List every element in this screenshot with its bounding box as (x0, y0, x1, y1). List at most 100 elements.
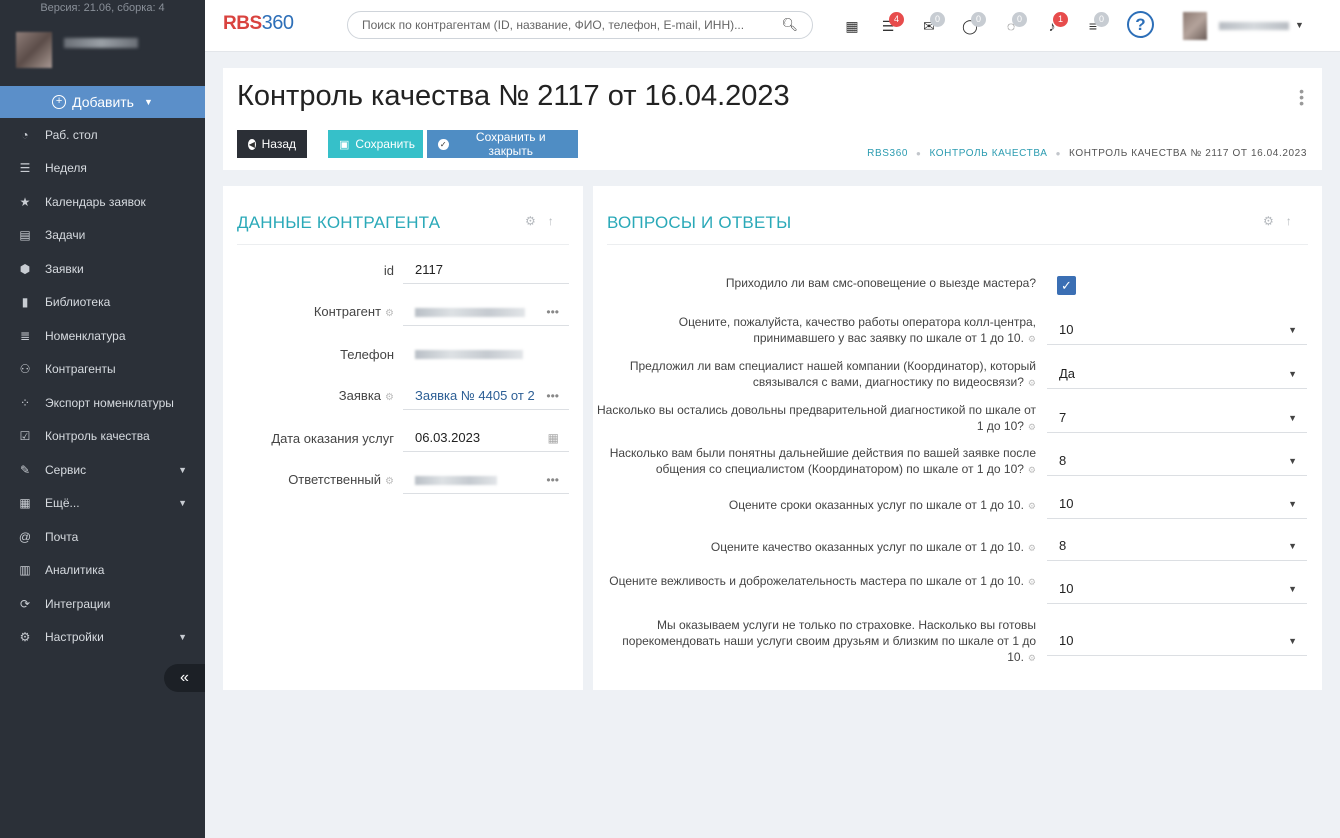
sidebar-item-label: Задачи (45, 228, 86, 243)
page-header: Контроль качества № 2117 от 16.04.2023 •… (223, 68, 1322, 170)
service-date-field[interactable]: 06.03.2023 ▦ (403, 424, 569, 452)
recommend-select[interactable]: 10 ▼ (1047, 626, 1307, 656)
check-circle-icon: ✓ (438, 138, 449, 150)
phone-field[interactable] (403, 340, 569, 368)
sidebar-item[interactable]: ◔ Раб. стол (0, 118, 205, 152)
order-link[interactable]: Заявка № 4405 от 2 (415, 388, 535, 403)
gear-icon: ⚙ (1027, 465, 1036, 475)
contractor-field[interactable]: ••• (403, 298, 569, 326)
search-input[interactable] (348, 12, 768, 38)
sidebar-user[interactable] (0, 16, 205, 86)
sidebar-item[interactable]: ▥ Аналитика (0, 554, 205, 588)
sidebar-item[interactable]: ▦ Ещё... ▼ (0, 487, 205, 521)
video-select[interactable]: Да ▼ (1047, 359, 1307, 389)
caret-down-icon: ▼ (1288, 369, 1297, 379)
sidebar-item[interactable]: ☑ Контроль качества (0, 420, 205, 454)
sidebar-item[interactable]: ✎ Сервис ▼ (0, 453, 205, 487)
sidebar-item[interactable]: ⚙ Настройки ▼ (0, 621, 205, 655)
more-icon[interactable]: ••• (546, 382, 559, 410)
calendar-icon[interactable]: ▦ (843, 18, 861, 35)
users-icon: ⚇ (19, 362, 31, 377)
save-button[interactable]: ▣ Сохранить (328, 130, 423, 158)
version-label: Версия: 21.06, сборка: 4 (40, 2, 165, 14)
breadcrumb-section[interactable]: Контроль качества (929, 148, 1047, 159)
question-call-center: Оцените, пожалуйста, качество работы опе… (678, 315, 1036, 345)
wrench-icon: ✎ (19, 462, 31, 477)
back-button[interactable]: ◀ Назад (237, 130, 307, 158)
collapse-sidebar-button[interactable]: « (164, 664, 205, 692)
sidebar-item[interactable]: ⬢ Заявки (0, 252, 205, 286)
hexagon-icon: ⬢ (19, 261, 31, 276)
question-next-steps: Насколько вам были понятны дальнейшие де… (609, 446, 1036, 476)
help-icon[interactable]: ? (1127, 11, 1154, 38)
id-label: id (383, 263, 394, 278)
gear-icon: ⚙ (1027, 378, 1036, 388)
sidebar-item[interactable]: ⁘ Экспорт номенклатуры (0, 386, 205, 420)
phone-label: Телефон (340, 347, 394, 362)
search-icon[interactable]: 🔍︎ (781, 17, 798, 33)
id-field[interactable]: 2117 (403, 256, 569, 284)
sidebar-item-label: Почта (45, 529, 79, 544)
question-terms: Оцените сроки оказанных услуг по шкале о… (728, 498, 1036, 512)
quality-select[interactable]: 8 ▼ (1047, 531, 1307, 561)
sidebar-item[interactable]: ☰ Неделя (0, 152, 205, 186)
user-menu[interactable]: ▼ (1183, 12, 1304, 40)
sidebar-item[interactable]: ⟳ Интеграции (0, 587, 205, 621)
gear-icon: ⚙ (385, 392, 394, 403)
more-icon[interactable]: ••• (546, 466, 559, 494)
breadcrumb-home[interactable]: RBS360 (867, 148, 908, 159)
qa-card: Вопросы и ответы ⚙ ↑ Приходило ли вам см… (593, 186, 1322, 690)
contractor-card: Данные контрагента ⚙ ↑ id 2117 Контраген… (223, 186, 583, 690)
sidebar-item[interactable]: ★ Календарь заявок (0, 185, 205, 219)
logo[interactable]: RBS360 (223, 12, 294, 35)
user-name-blurred (64, 38, 138, 48)
sidebar-item-label: Экспорт номенклатуры (45, 395, 174, 410)
politeness-select[interactable]: 10 ▼ (1047, 574, 1307, 604)
gear-icon: ⚙ (1027, 334, 1036, 344)
sidebar-item[interactable]: ▤ Задачи (0, 219, 205, 253)
gear-icon[interactable]: ⚙ (1263, 214, 1274, 228)
arrow-left-icon: ◀ (248, 138, 256, 150)
card-title: Данные контрагента (237, 213, 441, 232)
sms-checkbox[interactable]: ✓ (1057, 276, 1076, 295)
gear-icon: ⚙ (1027, 422, 1036, 432)
caret-down-icon: ▼ (178, 464, 187, 475)
gear-icon[interactable]: ⚙ (525, 214, 536, 228)
user-name-blurred (1219, 22, 1289, 30)
sidebar-item[interactable]: ≣ Номенклатура (0, 319, 205, 353)
sidebar-menu: ◔ Раб. стол ☰ Неделя ★ Календарь заявок ▤ Задач… (0, 118, 205, 654)
terms-select[interactable]: 10 ▼ (1047, 489, 1307, 519)
diagnostics-select[interactable]: 7 ▼ (1047, 403, 1307, 433)
service-date-label: Дата оказания услуг (271, 431, 394, 446)
page-title: Контроль качества № 2117 от 16.04.2023 (237, 80, 790, 112)
sidebar-item[interactable]: @ Почта (0, 520, 205, 554)
responsible-field[interactable]: ••• (403, 466, 569, 494)
arrow-up-icon[interactable]: ↑ (548, 214, 554, 228)
call-center-select[interactable]: 10 ▼ (1047, 315, 1307, 345)
book-icon: ▮ (21, 295, 29, 310)
add-button[interactable]: + Добавить ▼ (0, 86, 205, 118)
gear-icon: ⚙ (385, 476, 394, 487)
caret-down-icon: ▼ (1288, 413, 1297, 423)
sidebar-item[interactable]: ▮ Библиотека (0, 286, 205, 320)
sidebar-item-label: Неделя (45, 161, 87, 176)
tasks-badge: 4 (889, 12, 904, 27)
next-steps-select[interactable]: 8 ▼ (1047, 446, 1307, 476)
sidebar-item-label: Номенклатура (45, 328, 126, 343)
sidebar-item[interactable]: ⚇ Контрагенты (0, 353, 205, 387)
more-icon[interactable]: ••• (546, 298, 559, 326)
sidebar-item-label: Библиотека (45, 295, 111, 310)
news-badge: 0 (1094, 12, 1109, 27)
phone-value-blurred (415, 350, 523, 360)
gear-icon: ⚙ (1027, 577, 1036, 587)
sidebar: Версия: 21.06, сборка: 4 + Добавить ▼ ◔ Р… (0, 0, 205, 838)
arrow-up-icon[interactable]: ↑ (1286, 214, 1292, 228)
sidebar-item-label: Контрагенты (45, 362, 116, 377)
save-and-close-button[interactable]: ✓ Сохранить и закрыть (427, 130, 578, 158)
bars-icon: ☰ (19, 161, 31, 176)
floppy-icon: ▣ (339, 138, 350, 151)
kebab-menu-icon[interactable]: • • • (1299, 84, 1304, 110)
order-field[interactable]: Заявка № 4405 от 2 ••• (403, 382, 569, 410)
gear-icon: ⚙ (1027, 653, 1036, 663)
calendar-icon[interactable]: ▦ (548, 424, 559, 452)
